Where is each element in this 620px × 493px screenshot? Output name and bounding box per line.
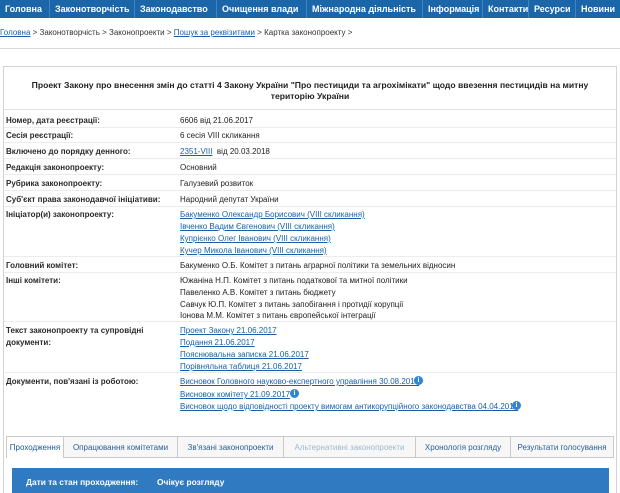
nav-item-international[interactable]: Міжнародна діяльність xyxy=(307,0,423,18)
tab-alternative-bills: Альтернативні законопроекти xyxy=(284,436,416,458)
breadcrumb-card: Картка законопроекту xyxy=(264,28,346,37)
nav-item-information[interactable]: Інформація xyxy=(423,0,483,18)
other-committee: Іонова М.М. Комітет з питань європейсько… xyxy=(180,311,376,320)
edition-value: Основний xyxy=(180,163,217,172)
top-navigation: Головна Законотворчість Законодавство Оч… xyxy=(0,0,620,18)
tab-bar: Проходження Опрацювання комітетами Зв'яз… xyxy=(6,436,614,458)
other-committees-label: Інші комітети: xyxy=(6,276,61,285)
rubric-label: Рубрика законопроекту: xyxy=(6,179,103,188)
agenda-link[interactable]: 2351-VIII xyxy=(180,147,212,156)
initiators-label: Ініціатор(и) законопроекту: xyxy=(6,210,114,219)
rubric-value: Галузевий розвиток xyxy=(180,179,254,188)
divider xyxy=(4,272,616,273)
document-link[interactable]: Порівняльна таблиця 21.06.2017 xyxy=(180,362,302,371)
breadcrumb-search[interactable]: Пошук за реквізитами xyxy=(174,28,255,37)
title-line-2: територію України xyxy=(270,91,350,101)
edition-label: Редакція законопроекту: xyxy=(6,163,105,172)
nav-item-home[interactable]: Головна xyxy=(0,0,50,18)
divider xyxy=(4,142,616,143)
breadcrumb-home[interactable]: Головна xyxy=(0,28,30,37)
related-doc-link[interactable]: Висновок щодо відповідності проекту вимо… xyxy=(180,402,518,411)
nav-item-legislation[interactable]: Законодавство xyxy=(135,0,217,18)
related-doc-link[interactable]: Висновок Головного науково-експертного у… xyxy=(180,377,419,386)
tab-related-bills[interactable]: Зв'язані законопроекти xyxy=(178,436,284,458)
main-committee-value: Бакуменко О.Б. Комітет з питань аграрної… xyxy=(180,261,456,270)
session-label: Сесія реєстрації: xyxy=(6,131,74,140)
other-committee: Савчук Ю.П. Комітет з питань запобігання… xyxy=(180,300,404,309)
stage-label: Дати та стан проходження: xyxy=(26,477,139,487)
info-icon[interactable]: i xyxy=(512,401,521,410)
other-committee: Павеленко А.В. Комітет з питань бюджету xyxy=(180,288,336,297)
breadcrumb: Головна > Законотворчість > Законопроект… xyxy=(0,28,352,37)
initiator-link[interactable]: Кучер Микола Іванович (VIII скликання) xyxy=(180,246,327,255)
breadcrumb-separator: > xyxy=(345,28,353,37)
divider xyxy=(4,372,616,373)
breadcrumb-separator: > xyxy=(30,28,40,37)
tab-chronology[interactable]: Хронологія розгляду xyxy=(416,436,511,458)
divider xyxy=(4,321,616,322)
breadcrumb-bills[interactable]: Законопроекти xyxy=(109,28,165,37)
divider xyxy=(4,206,616,207)
tab-passage[interactable]: Проходження xyxy=(6,436,64,458)
page-title: Проект Закону про внесення змін до статт… xyxy=(10,80,610,102)
breadcrumb-lawmaking[interactable]: Законотворчість xyxy=(40,28,100,37)
divider xyxy=(4,158,616,159)
number-value: 6606 від 21.06.2017 xyxy=(180,116,253,125)
nav-item-resources[interactable]: Ресурси xyxy=(529,0,576,18)
related-doc-link[interactable]: Висновок комітету 21.09.2017 xyxy=(180,390,290,399)
tab-committees[interactable]: Опрацювання комітетами xyxy=(64,436,178,458)
number-label: Номер, дата реєстрації: xyxy=(6,116,100,125)
agenda-value: 2351-VIII від 20.03.2018 xyxy=(180,147,270,156)
initiator-link[interactable]: Івченко Вадим Євгенович (VIII скликання) xyxy=(180,222,335,231)
main-committee-label: Головний комітет: xyxy=(6,261,79,270)
agenda-label: Включено до порядку денного: xyxy=(6,147,131,156)
subject-value: Народний депутат України xyxy=(180,195,279,204)
stage-value: Очікує розгляду xyxy=(157,477,225,487)
document-link[interactable]: Проект Закону 21.06.2017 xyxy=(180,326,277,335)
breadcrumb-separator: > xyxy=(164,28,174,37)
document-link[interactable]: Подання 21.06.2017 xyxy=(180,338,255,347)
document-link[interactable]: Пояснювальна записка 21.06.2017 xyxy=(180,350,309,359)
initiator-link[interactable]: Купрієнко Олег Іванович (VIII скликання) xyxy=(180,234,331,243)
info-icon[interactable]: i xyxy=(290,389,299,398)
nav-item-lustration[interactable]: Очищення влади xyxy=(217,0,307,18)
texts-label-line-1: Текст законопроекту та супровідні xyxy=(6,326,144,335)
title-line-1: Проект Закону про внесення змін до статт… xyxy=(31,80,589,90)
tab-voting-results[interactable]: Результати голосування xyxy=(511,436,614,458)
divider xyxy=(4,190,616,191)
divider xyxy=(4,127,616,128)
divider xyxy=(0,48,620,49)
docs-label: Документи, пов'язані із роботою: xyxy=(6,377,139,386)
info-icon[interactable]: i xyxy=(414,376,423,385)
nav-item-contacts[interactable]: Контакти xyxy=(483,0,529,18)
divider xyxy=(4,109,616,110)
nav-item-news[interactable]: Новини xyxy=(576,0,620,18)
breadcrumb-separator: > xyxy=(99,28,109,37)
agenda-date: від 20.03.2018 xyxy=(216,147,270,156)
session-value: 6 сесія VIII скликання xyxy=(180,131,260,140)
other-committee: Южаніна Н.П. Комітет з питань податкової… xyxy=(180,276,408,285)
subject-label: Суб'єкт права законодавчої ініціативи: xyxy=(6,195,161,204)
texts-label-line-2: документи: xyxy=(6,338,52,347)
stage-header: Дати та стан проходження: Очікує розгляд… xyxy=(12,468,609,493)
breadcrumb-separator: > xyxy=(254,28,265,37)
divider xyxy=(4,256,616,257)
initiator-link[interactable]: Бакуменко Олександр Борисович (VIII скли… xyxy=(180,210,365,219)
nav-item-lawmaking[interactable]: Законотворчість xyxy=(50,0,135,18)
divider xyxy=(4,174,616,175)
